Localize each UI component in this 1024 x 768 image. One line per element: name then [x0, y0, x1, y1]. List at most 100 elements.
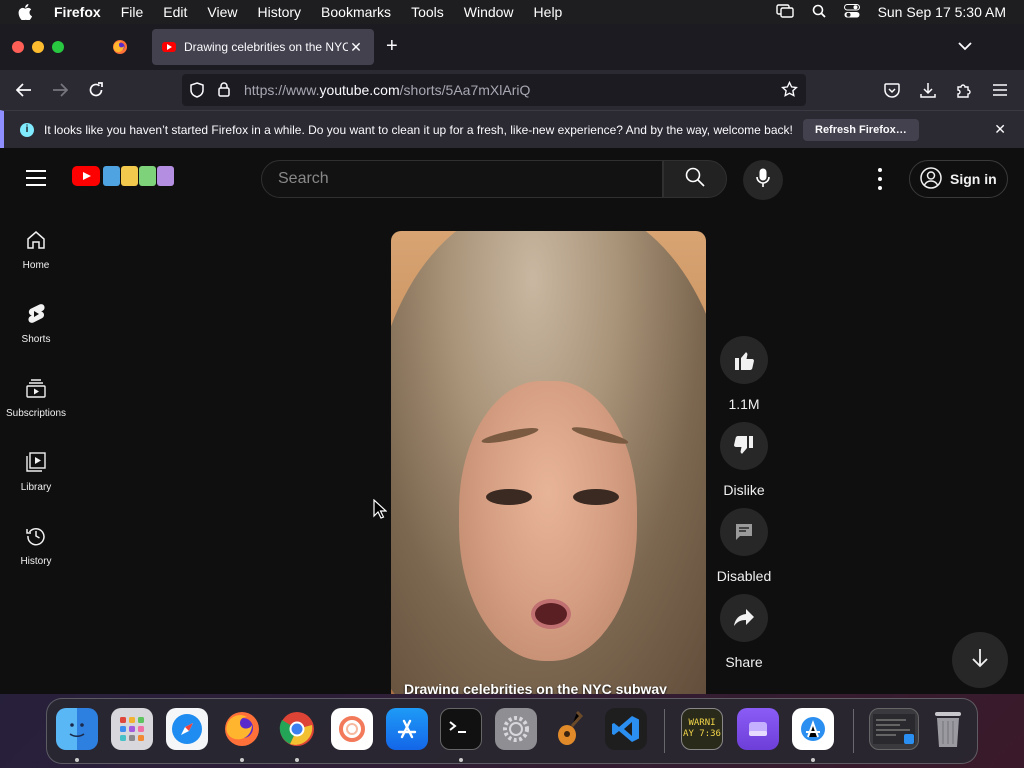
screen-mirroring-icon[interactable] — [775, 3, 794, 21]
console-widget-icon[interactable]: WARNI AY 7:36 — [681, 708, 723, 750]
shorts-video-player[interactable]: Drawing celebrities on the NYC subway — [391, 231, 706, 694]
photo-app-icon[interactable] — [331, 708, 373, 750]
url-domain: youtube.com — [319, 82, 400, 98]
widget-line: AY 7:36 — [683, 729, 721, 739]
new-tab-icon[interactable]: + — [386, 35, 398, 57]
guide-menu-icon[interactable] — [26, 170, 46, 186]
spotlight-search-icon[interactable] — [812, 4, 826, 21]
refresh-firefox-button[interactable]: Refresh Firefox… — [803, 119, 919, 141]
chrome-icon[interactable] — [276, 708, 318, 750]
safari-icon[interactable] — [166, 708, 208, 750]
close-window-button[interactable] — [12, 41, 24, 53]
thumbs-up-icon — [735, 352, 754, 370]
dislike-label: Dislike — [723, 482, 765, 498]
comments-button[interactable]: Disabled — [716, 508, 772, 584]
search-input[interactable]: Search — [261, 160, 663, 198]
menu-app-name[interactable]: Firefox — [54, 4, 101, 20]
menu-bookmarks[interactable]: Bookmarks — [321, 4, 391, 20]
sidebar-item-home[interactable]: Home — [0, 218, 72, 292]
finder-icon[interactable] — [56, 708, 98, 750]
video-frame-eye — [573, 489, 619, 505]
pocket-icon[interactable] — [880, 78, 904, 102]
youtube-doodle-logo[interactable] — [72, 166, 174, 186]
list-all-tabs-icon[interactable] — [958, 38, 972, 56]
system-settings-gear-icon[interactable] — [495, 708, 537, 750]
sidebar-item-shorts[interactable]: Shorts — [0, 292, 72, 366]
back-arrow-icon[interactable] — [12, 78, 36, 102]
recent-window-thumbnail-icon[interactable] — [869, 708, 919, 750]
sidebar-item-library[interactable]: Library — [0, 440, 72, 514]
forward-arrow-icon[interactable] — [48, 78, 72, 102]
vscode-icon[interactable] — [605, 708, 647, 750]
menu-history[interactable]: History — [257, 4, 301, 20]
dock-separator — [664, 709, 665, 753]
settings-more-icon[interactable] — [870, 168, 890, 190]
zoom-window-button[interactable] — [52, 41, 64, 53]
like-button[interactable]: 1.1M — [716, 336, 772, 412]
control-center-icon[interactable] — [843, 3, 860, 21]
menu-tools[interactable]: Tools — [411, 4, 444, 20]
reload-icon[interactable] — [84, 78, 108, 102]
next-video-button[interactable] — [952, 632, 1008, 688]
macos-menu-bar: Firefox File Edit View History Bookmarks… — [0, 0, 1024, 24]
sign-in-button[interactable]: Sign in — [909, 160, 1008, 198]
app-menu-hamburger-icon[interactable] — [988, 78, 1012, 102]
sidebar-item-history[interactable]: History — [0, 514, 72, 588]
pinned-firefox-tab-icon[interactable] — [110, 37, 130, 57]
apple-menu-icon[interactable] — [18, 4, 36, 20]
minimize-window-button[interactable] — [32, 41, 44, 53]
menu-file[interactable]: File — [121, 4, 144, 20]
close-notification-icon[interactable]: ✕ — [994, 121, 1006, 138]
menu-window[interactable]: Window — [464, 4, 514, 20]
close-tab-icon[interactable]: ✕ — [348, 39, 364, 56]
video-frame-eye — [486, 489, 532, 505]
terminal-icon[interactable] — [440, 708, 482, 750]
arrow-down-icon — [971, 648, 989, 673]
desktop: Firefox File Edit View History Bookmarks… — [0, 0, 1024, 768]
lock-icon[interactable] — [218, 82, 230, 100]
garageband-guitar-icon[interactable] — [550, 708, 592, 750]
launchpad-icon[interactable] — [111, 708, 153, 750]
mini-guide-sidebar: Home Shorts Subscriptions Library Histor… — [0, 218, 72, 588]
share-circle[interactable] — [720, 594, 768, 642]
downloads-icon[interactable] — [916, 78, 940, 102]
extensions-puzzle-icon[interactable] — [952, 78, 976, 102]
sidebar-item-subscriptions[interactable]: Subscriptions — [0, 366, 72, 440]
info-icon: i — [20, 122, 34, 137]
dislike-button[interactable]: Dislike — [716, 422, 772, 498]
app-store-icon[interactable] — [386, 708, 428, 750]
search-button[interactable] — [663, 160, 727, 198]
youtube-header: Search Sign in — [0, 148, 1024, 210]
refresh-firefox-notification: i It looks like you haven’t started Fire… — [0, 110, 1024, 148]
active-tab[interactable]: Drawing celebrities on the NYC ✕ — [152, 29, 374, 65]
running-indicator — [459, 758, 463, 762]
doodle-letters-icon — [103, 166, 174, 186]
url-prefix: https://www. — [244, 82, 320, 98]
voice-search-button[interactable] — [743, 160, 783, 200]
menu-edit[interactable]: Edit — [163, 4, 187, 20]
comments-circle[interactable] — [720, 508, 768, 556]
browser-tab-bar: Drawing celebrities on the NYC ✕ + — [0, 24, 1024, 70]
storage-drive-icon[interactable] — [737, 708, 779, 750]
running-indicator — [75, 758, 79, 762]
subscriptions-icon — [24, 376, 48, 400]
search-icon — [685, 167, 705, 192]
menu-view[interactable]: View — [207, 4, 237, 20]
shorts-video-title[interactable]: Drawing celebrities on the NYC subway — [404, 681, 667, 694]
trash-icon[interactable] — [927, 708, 969, 750]
dock-separator — [853, 709, 854, 753]
sidebar-label: Home — [22, 260, 50, 271]
xcode-instruments-icon[interactable] — [792, 708, 834, 750]
menu-help[interactable]: Help — [534, 4, 563, 20]
dislike-circle[interactable] — [720, 422, 768, 470]
like-circle[interactable] — [720, 336, 768, 384]
tracking-protection-shield-icon[interactable] — [190, 82, 204, 101]
bookmark-star-icon[interactable] — [781, 80, 798, 101]
macos-dock: WARNI AY 7:36 — [46, 698, 978, 764]
share-button[interactable]: Share — [716, 594, 772, 670]
share-label: Share — [725, 654, 763, 670]
url-text[interactable]: https://www.youtube.com/shorts/5Aa7mXlAr… — [244, 82, 530, 98]
firefox-icon[interactable] — [221, 708, 263, 750]
url-bar[interactable]: https://www.youtube.com/shorts/5Aa7mXlAr… — [182, 74, 806, 106]
menubar-clock[interactable]: Sun Sep 17 5:30 AM — [878, 4, 1006, 20]
